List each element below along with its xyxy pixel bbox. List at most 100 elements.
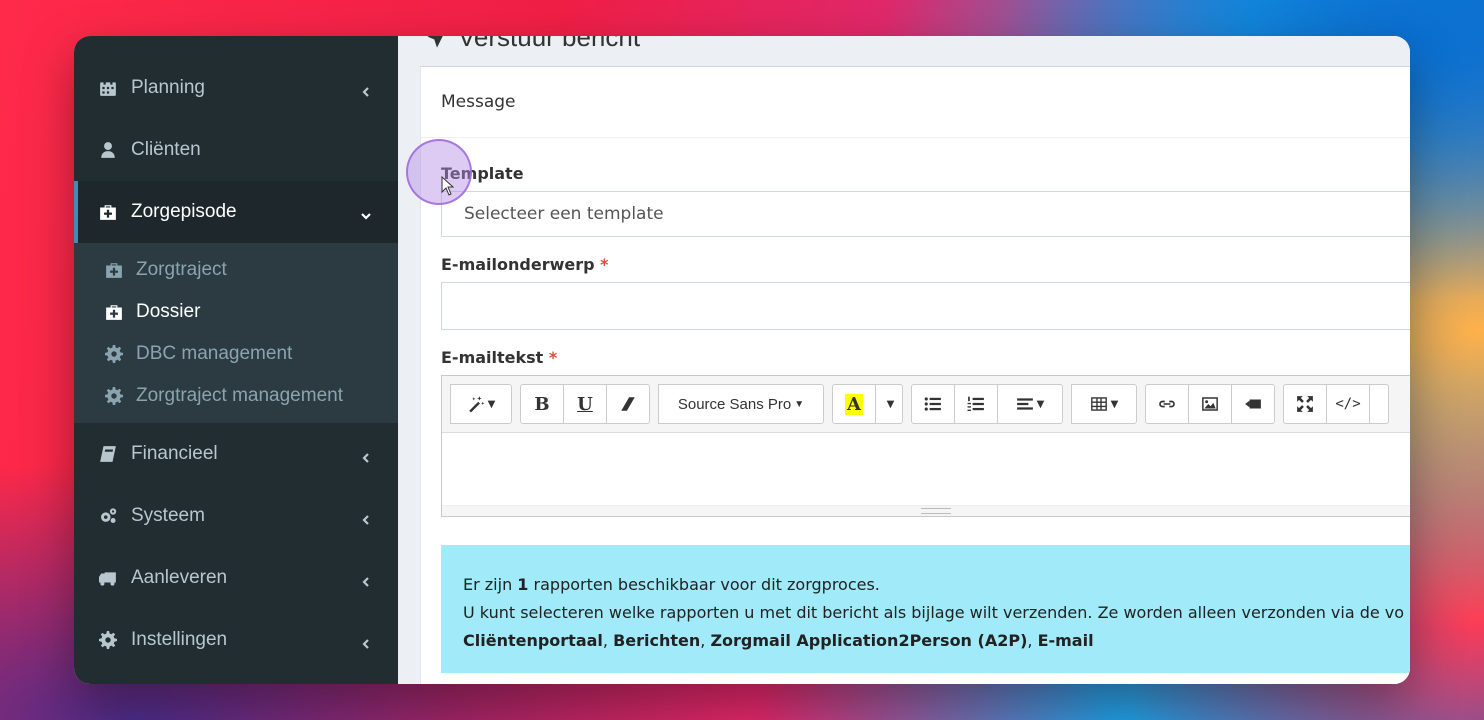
- page-title-text: Verstuur bericht: [458, 36, 641, 52]
- sidebar-item-planning[interactable]: Planning: [74, 57, 398, 119]
- chevron-left-icon: [360, 448, 372, 463]
- template-label: Template: [441, 164, 1410, 183]
- caret-down-icon: ▼: [1110, 398, 1119, 410]
- sidebar-subitem-label: Zorgtraject management: [136, 385, 343, 406]
- callout-channels: Cliëntenportaal, Berichten, Zorgmail App…: [463, 631, 1094, 650]
- template-select-value: Selecteer een template: [464, 204, 664, 224]
- box-header: Message: [421, 67, 1410, 138]
- gear-icon: [104, 386, 124, 406]
- send-icon: [427, 36, 443, 48]
- sidebar-item-systeem[interactable]: Systeem: [74, 485, 398, 547]
- app-window: Planning Cliënten Zorgepisode Zorgtrajec…: [74, 36, 1410, 684]
- link-button[interactable]: [1145, 384, 1189, 424]
- message-form: Template Selecteer een template E-mailon…: [421, 164, 1410, 673]
- gear-icon: [98, 630, 118, 650]
- channel: Zorgmail Application2Person (A2P): [710, 631, 1028, 650]
- eraser-button[interactable]: [606, 384, 650, 424]
- sidebar-item-aanleveren[interactable]: Aanleveren: [74, 547, 398, 609]
- sidebar-subitem-zorgtraject-management[interactable]: Zorgtraject management: [74, 375, 398, 417]
- sidebar-item-instellingen[interactable]: Instellingen: [74, 609, 398, 671]
- book-icon: [98, 444, 118, 464]
- font-family-dropdown[interactable]: Source Sans Pro ▼: [658, 384, 824, 424]
- sidebar-item-zorgepisode[interactable]: Zorgepisode: [74, 181, 398, 243]
- channel: E-mail: [1037, 631, 1094, 650]
- template-select[interactable]: Selecteer een template: [441, 191, 1410, 237]
- image-icon: [1202, 397, 1218, 411]
- user-icon: [98, 140, 118, 160]
- caret-down-icon: ▼: [1036, 398, 1045, 410]
- subject-input[interactable]: [441, 282, 1410, 330]
- paragraph-align-button[interactable]: ▼: [997, 384, 1063, 424]
- chevron-down-icon: [360, 206, 372, 220]
- truck-icon: [98, 568, 118, 588]
- list-ol-icon: [967, 396, 984, 411]
- medkit-icon: [104, 260, 124, 280]
- video-icon: [1245, 399, 1261, 409]
- chevron-left-icon: [360, 572, 372, 587]
- chevron-left-icon: [360, 510, 372, 525]
- link-icon: [1159, 400, 1175, 408]
- required-mark: *: [600, 255, 609, 274]
- underline-button[interactable]: U: [563, 384, 607, 424]
- editor-resize-handle[interactable]: [442, 505, 1410, 516]
- fullscreen-button[interactable]: [1283, 384, 1327, 424]
- sidebar-item-label: Planning: [131, 77, 205, 98]
- rich-text-editor: ▼ B U Source Sans Pro ▼ A ▼ ▼ ▼ </>: [441, 375, 1410, 517]
- video-button[interactable]: [1231, 384, 1275, 424]
- text-color-dropdown[interactable]: ▼: [875, 384, 903, 424]
- magic-wand-icon: [468, 396, 484, 413]
- ordered-list-button[interactable]: [954, 384, 998, 424]
- font-family-value: Source Sans Pro: [677, 395, 792, 413]
- subject-label-text: E-mailonderwerp: [441, 255, 595, 274]
- sidebar-item-label: Aanleveren: [131, 567, 228, 588]
- callout-line-2: U kunt selecteren welke rapporten u met …: [463, 603, 1405, 622]
- style-button[interactable]: ▼: [450, 384, 512, 424]
- list-ul-icon: [924, 397, 941, 411]
- editor-content-area[interactable]: [442, 433, 1410, 505]
- callout-line-1: Er zijn 1 rapporten beschikbaar voor dit…: [463, 575, 880, 594]
- bullet-list-button[interactable]: [911, 384, 955, 424]
- text-color-button[interactable]: A: [832, 384, 876, 424]
- gears-icon: [98, 506, 118, 526]
- sidebar-subitem-dbc-management[interactable]: DBC management: [74, 333, 398, 375]
- channel: Berichten: [613, 631, 701, 650]
- required-mark: *: [548, 348, 558, 367]
- message-box: Message Template Selecteer een template …: [420, 66, 1410, 684]
- subject-label: E-mailonderwerp *: [441, 255, 1410, 274]
- body-label: E-mailtekst *: [441, 348, 1410, 367]
- editor-toolbar: ▼ B U Source Sans Pro ▼ A ▼ ▼ ▼ </>: [442, 376, 1410, 433]
- calendar-icon: [98, 78, 118, 98]
- code-icon: </>: [1335, 396, 1361, 412]
- sidebar-item-label: Zorgepisode: [131, 201, 237, 222]
- expand-icon: [1297, 396, 1313, 412]
- image-button[interactable]: [1188, 384, 1232, 424]
- sidebar-item-financieel[interactable]: Financieel: [74, 423, 398, 485]
- bold-button[interactable]: B: [520, 384, 564, 424]
- align-left-icon: [1016, 398, 1033, 410]
- table-icon: [1090, 397, 1107, 411]
- code-view-button[interactable]: </>: [1326, 384, 1370, 424]
- medkit-icon: [104, 302, 124, 322]
- channel: Cliëntenportaal: [463, 631, 603, 650]
- medkit-icon: [98, 202, 118, 222]
- sidebar-item-label: Financieel: [131, 443, 218, 464]
- sidebar-item-label: Instellingen: [131, 629, 228, 650]
- sidebar-subitem-label: Zorgtraject: [136, 259, 227, 280]
- sidebar-subitem-zorgtraject[interactable]: Zorgtraject: [74, 249, 398, 291]
- caret-down-icon: ▼: [794, 398, 805, 410]
- caret-down-icon: ▼: [487, 398, 496, 410]
- sidebar-item-clienten[interactable]: Cliënten: [74, 119, 398, 181]
- sidebar-subitem-label: Dossier: [136, 301, 201, 322]
- caret-down-icon: ▼: [886, 398, 895, 410]
- gear-icon: [104, 344, 124, 364]
- main-content: Verstuur bericht Message Template Select…: [398, 36, 1410, 684]
- table-button[interactable]: ▼: [1071, 384, 1137, 424]
- sidebar-subitem-dossier[interactable]: Dossier: [74, 291, 398, 333]
- sidebar-submenu-zorgepisode: Zorgtraject Dossier DBC management Zorgt…: [74, 243, 398, 423]
- eraser-icon: [621, 397, 635, 411]
- sidebar-item-label: Cliënten: [131, 139, 201, 160]
- mouse-cursor-icon: [441, 176, 455, 196]
- chevron-left-icon: [360, 634, 372, 649]
- sidebar-subitem-label: DBC management: [136, 343, 293, 364]
- more-button[interactable]: [1369, 384, 1389, 424]
